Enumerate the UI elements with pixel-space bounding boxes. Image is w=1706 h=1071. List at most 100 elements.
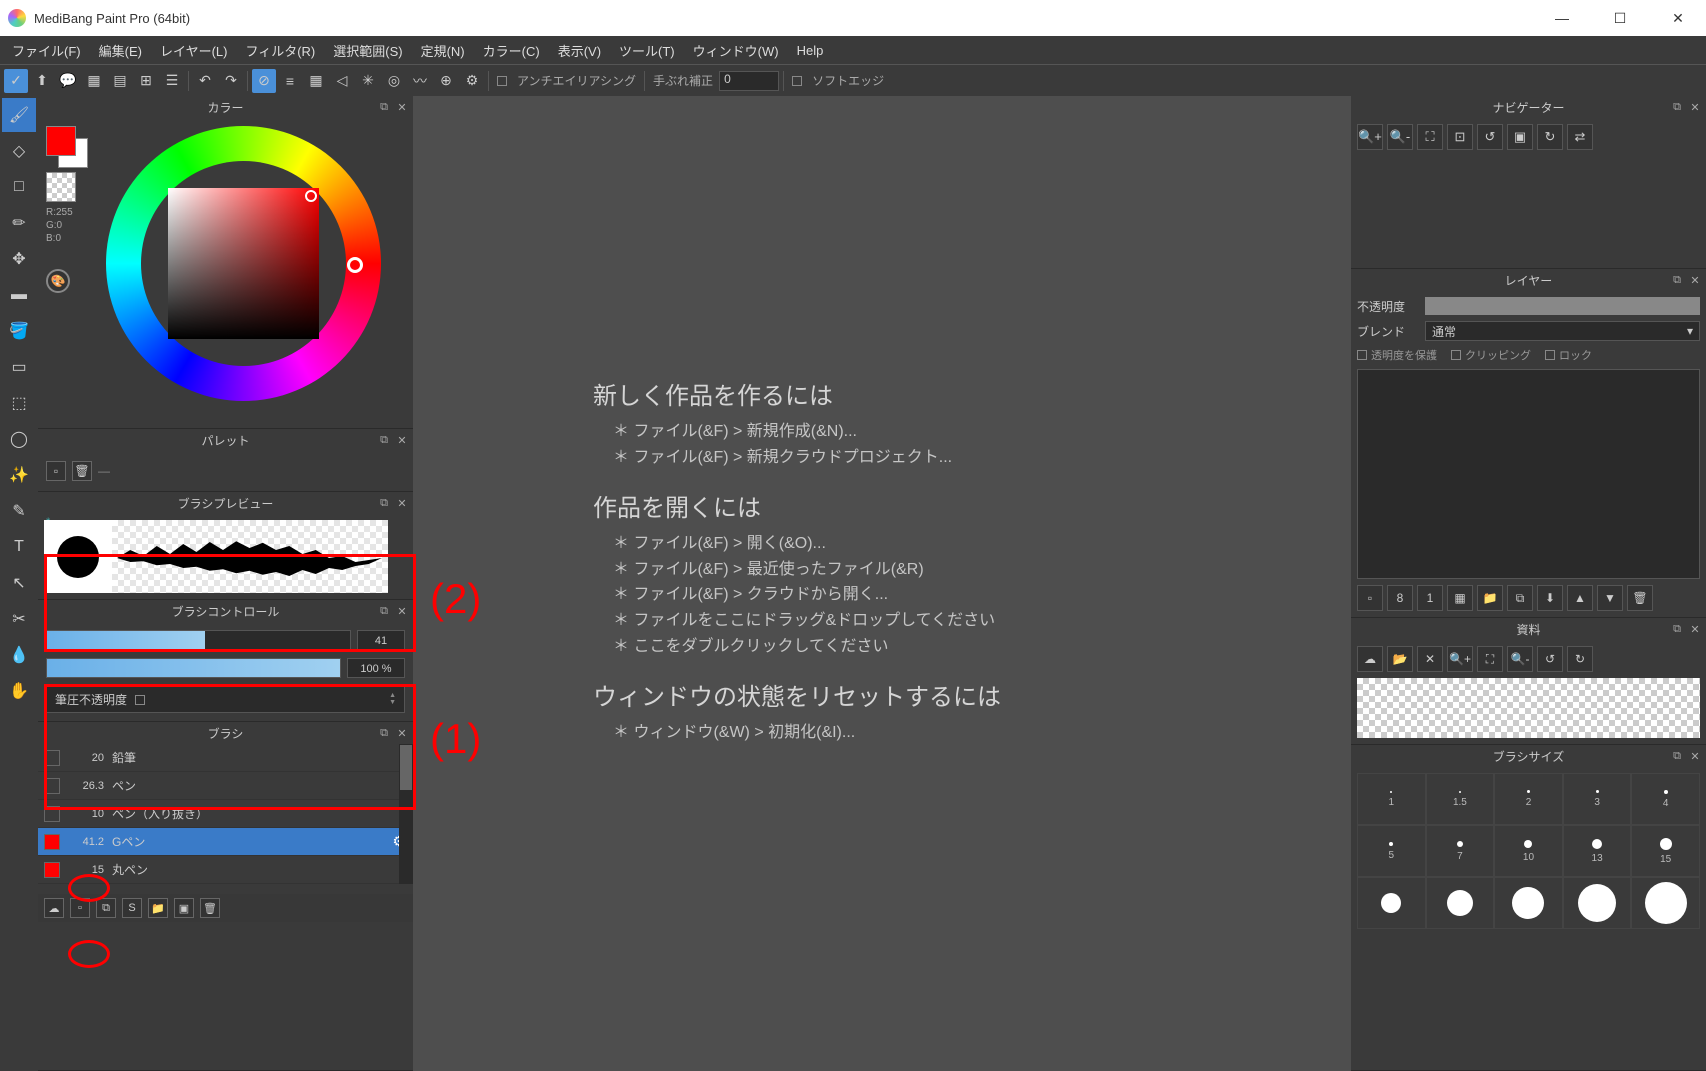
layer-down-icon[interactable]: ▼ [1597, 585, 1623, 611]
dot-tool-icon[interactable]: ✏ [2, 206, 36, 240]
dup-brush-icon[interactable]: ⧉ [96, 898, 116, 918]
layer-list[interactable] [1357, 369, 1700, 579]
brush-opacity-slider[interactable] [46, 658, 341, 678]
foreground-color[interactable] [46, 126, 76, 156]
brush-list-item[interactable]: 41.2Gペン⚙ [38, 828, 413, 856]
undo-icon[interactable]: ↶ [193, 69, 217, 93]
panel-icon[interactable]: ⊞ [134, 69, 158, 93]
actual-icon[interactable]: ⊡ [1447, 124, 1473, 150]
brush-tool-icon[interactable]: 🖌 [2, 98, 36, 132]
menu-ruler[interactable]: 定規(N) [413, 39, 473, 62]
res-rotr-icon[interactable]: ↻ [1567, 646, 1593, 672]
palette-toggle-icon[interactable]: 🎨 [46, 269, 70, 293]
undock-icon[interactable]: ⧉ [1670, 273, 1684, 287]
layer-8-icon[interactable]: 8 [1387, 585, 1413, 611]
chat-icon[interactable]: 💬 [56, 69, 80, 93]
brush-size-cell[interactable] [1494, 877, 1563, 929]
page-icon[interactable]: ▤ [108, 69, 132, 93]
canvas-area[interactable]: 新しく作品を作るには ＊ ファイル(&F) > 新規作成(&N)... ＊ ファ… [413, 96, 1351, 1071]
brush-size-slider[interactable] [46, 630, 351, 650]
pressure-checkbox[interactable] [135, 695, 145, 705]
menu-tool[interactable]: ツール(T) [611, 39, 683, 62]
protect-alpha-checkbox[interactable] [1357, 350, 1367, 360]
transparent-swatch[interactable] [46, 172, 76, 202]
close-panel-icon[interactable]: ✕ [1688, 622, 1702, 636]
layer-up-icon[interactable]: ▲ [1567, 585, 1593, 611]
cloud-brush-icon[interactable]: ☁ [44, 898, 64, 918]
snap-parallel-icon[interactable]: ≡ [278, 69, 302, 93]
brush-size-cell[interactable] [1426, 877, 1495, 929]
menu-color[interactable]: カラー(C) [475, 39, 548, 62]
operation-tool-icon[interactable]: ↖ [2, 566, 36, 600]
select-wand-icon[interactable]: ✨ [2, 458, 36, 492]
shape-tool-icon[interactable]: □ [2, 170, 36, 204]
sv-picker[interactable] [168, 188, 319, 339]
menu-view[interactable]: 表示(V) [550, 39, 609, 62]
brush-size-cell[interactable]: 1.5 [1426, 773, 1495, 825]
snap-off-icon[interactable]: ⊘ [252, 69, 276, 93]
brush-size-cell[interactable]: 4 [1631, 773, 1700, 825]
select-rect-icon[interactable]: ⬚ [2, 386, 36, 420]
layer-dup-icon[interactable]: ⧉ [1507, 585, 1533, 611]
undock-icon[interactable]: ⧉ [377, 496, 391, 510]
script-brush-icon[interactable]: S [122, 898, 142, 918]
upload-icon[interactable]: ⬆ [30, 69, 54, 93]
del-brush-icon[interactable]: 🗑 [200, 898, 220, 918]
res-zoomin-icon[interactable]: 🔍+ [1447, 646, 1473, 672]
clipping-checkbox[interactable] [1451, 350, 1461, 360]
brush-list-item[interactable]: 15丸ペン [38, 856, 413, 884]
snap-radial-icon[interactable]: ✳ [356, 69, 380, 93]
select-pen-icon[interactable]: ✎ [2, 494, 36, 528]
brush-size-cell[interactable]: 7 [1426, 825, 1495, 877]
rotate-r-icon[interactable]: ↻ [1537, 124, 1563, 150]
menu-filter[interactable]: フィルタ(R) [237, 39, 323, 62]
hue-indicator[interactable] [347, 257, 363, 273]
close-panel-icon[interactable]: ✕ [395, 433, 409, 447]
maximize-button[interactable]: ☐ [1600, 3, 1640, 33]
pressure-opacity-row[interactable]: 筆圧不透明度 ▲▼ [46, 686, 405, 713]
color-wheel[interactable] [106, 126, 381, 401]
minimize-button[interactable]: — [1542, 3, 1582, 33]
softedge-checkbox[interactable] [792, 76, 802, 86]
cloud-sync-icon[interactable]: ✓ [4, 69, 28, 93]
snap-grid-icon[interactable]: ▦ [304, 69, 328, 93]
close-panel-icon[interactable]: ✕ [1688, 749, 1702, 763]
blend-select[interactable]: 通常▾ [1425, 321, 1700, 341]
undock-icon[interactable]: ⧉ [1670, 622, 1684, 636]
menu-layer[interactable]: レイヤー(L) [152, 39, 236, 62]
undock-icon[interactable]: ⧉ [377, 100, 391, 114]
brush-size-cell[interactable]: 1 [1357, 773, 1426, 825]
brush-size-cell[interactable]: 13 [1563, 825, 1632, 877]
img-brush-icon[interactable]: ▣ [174, 898, 194, 918]
undock-icon[interactable]: ⧉ [377, 726, 391, 740]
close-panel-icon[interactable]: ✕ [395, 726, 409, 740]
res-cloud-icon[interactable]: ☁ [1357, 646, 1383, 672]
snap-settings-icon[interactable]: ⚙ [460, 69, 484, 93]
res-zoomout-icon[interactable]: 🔍- [1507, 646, 1533, 672]
brush-size-value[interactable]: 41 [357, 630, 405, 650]
brush-opacity-value[interactable]: 100 % [347, 658, 405, 678]
gradient-tool-icon[interactable]: ▭ [2, 350, 36, 384]
snap-curve-icon[interactable]: 〰 [408, 69, 432, 93]
rotate-l-icon[interactable]: ↺ [1477, 124, 1503, 150]
bucket-tool-icon[interactable]: 🪣 [2, 314, 36, 348]
layer-merge-icon[interactable]: ⬇ [1537, 585, 1563, 611]
close-panel-icon[interactable]: ✕ [1688, 100, 1702, 114]
move-tool-icon[interactable]: ✥ [2, 242, 36, 276]
brush-size-cell[interactable]: 2 [1494, 773, 1563, 825]
brush-list-item[interactable]: 20鉛筆 [38, 744, 413, 772]
brush-list-item[interactable]: 10ペン（入り抜き） [38, 800, 413, 828]
layer-opacity-slider[interactable] [1425, 297, 1700, 315]
new-brush-icon[interactable]: ▫ [70, 898, 90, 918]
text-tool-icon[interactable]: T [2, 530, 36, 564]
menu-file[interactable]: ファイル(F) [4, 39, 89, 62]
list-icon[interactable]: ☰ [160, 69, 184, 93]
snap-vanish-icon[interactable]: ⊕ [434, 69, 458, 93]
divide-tool-icon[interactable]: ✂ [2, 602, 36, 636]
layer-1-icon[interactable]: 1 [1417, 585, 1443, 611]
brush-size-cell[interactable] [1631, 877, 1700, 929]
snap-circle-icon[interactable]: ◎ [382, 69, 406, 93]
undock-icon[interactable]: ⧉ [377, 604, 391, 618]
res-open-icon[interactable]: 📂 [1387, 646, 1413, 672]
close-panel-icon[interactable]: ✕ [395, 100, 409, 114]
